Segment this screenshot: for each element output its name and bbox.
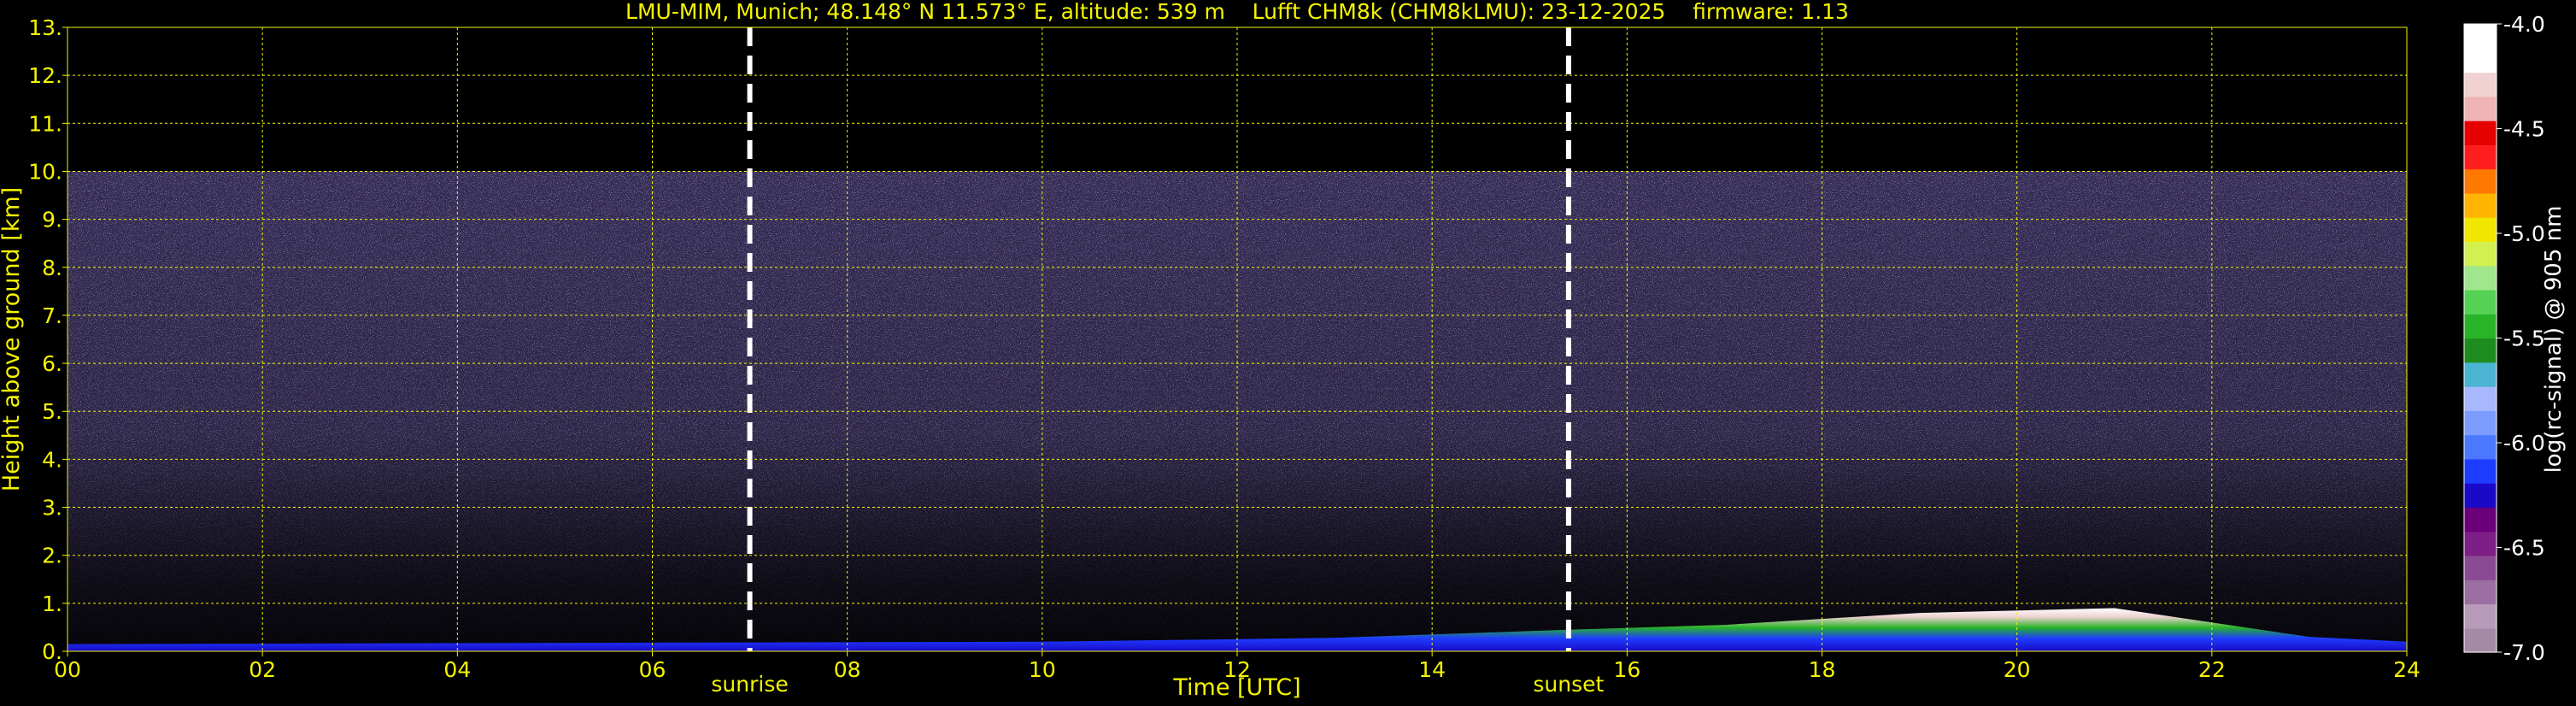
y-tick-label: 3. [42,496,62,521]
y-tick-label: 9. [42,208,62,232]
colorbar-ticks: -4.0 -4.5 -5.0 -5.5 -6.0 -6.5 -7.0 [2497,12,2545,665]
colorbar-tick-label: -4.0 [2503,12,2545,37]
colorbar-segment [2464,24,2497,49]
colorbar-segment [2464,386,2497,411]
y-tick-label: 1. [42,591,62,616]
colorbar-tick-label: -5.5 [2503,327,2545,351]
colorbar-segment [2464,531,2497,556]
x-tick-label: 20 [2004,657,2031,682]
colorbar-segment [2464,96,2497,121]
y-tick-label: 7. [42,303,62,328]
colorbar [2463,23,2497,653]
x-tick-label: 16 [1613,657,1640,682]
y-tick-label: 11. [28,111,62,136]
colorbar-segment [2464,192,2497,218]
x-tick-label: 04 [443,657,471,682]
colorbar-segment [2464,241,2497,267]
y-tick-label: 12. [28,63,62,88]
sunset-label: sunset [1533,672,1604,697]
colorbar-segment [2464,362,2497,387]
x-tick-label: 02 [249,657,276,682]
colorbar-segment [2464,483,2497,508]
colorbar-segment [2464,338,2497,363]
colorbar-segment [2464,458,2497,484]
y-tick-label: 10. [28,159,62,184]
x-tick-label: 14 [1418,657,1446,682]
colorbar-segment [2464,580,2497,605]
colorbar-segment [2464,603,2497,629]
colorbar-tick-label: -6.5 [2503,536,2545,561]
y-axis-label: Height above ground [km] [0,187,25,491]
y-tick-label: 6. [42,351,62,376]
y-tick-label: 2. [42,544,62,568]
y-tick-label: 0. [42,639,62,664]
x-tick-label: 08 [834,657,861,682]
colorbar-segment [2464,555,2497,580]
x-tick-label: 24 [2393,657,2421,682]
x-tick-label: 06 [639,657,666,682]
colorbar-segment [2464,434,2497,460]
colorbar-segment [2464,627,2497,653]
sunrise-label: sunrise [711,672,788,697]
ceilometer-chart: sunrise sunset 00 02 04 06 08 10 12 14 16 18 20 22 24… [0,0,2567,701]
x-axis-label: Time [UTC] [1172,674,1300,701]
colorbar-segment [2464,289,2497,315]
plot-area: sunrise sunset [67,26,2408,697]
colorbar-tick-label: -4.5 [2503,117,2545,142]
colorbar-segment [2464,168,2497,194]
x-tick-label: 18 [1809,657,1836,682]
colorbar-segment [2464,265,2497,291]
y-tick-label: 4. [42,447,62,472]
chart-title: LMU-MIM, Munich; 48.148° N 11.573° E, al… [625,0,1849,24]
colorbar-tick-label: -6.0 [2503,431,2545,456]
colorbar-segment [2464,410,2497,436]
colorbar-tick-label: -5.0 [2503,221,2545,246]
colorbar-segment [2464,121,2497,145]
y-tick-label: 8. [42,256,62,280]
colorbar-segment [2464,48,2497,74]
colorbar-segment [2464,217,2497,243]
y-axis-ticks: 0. 1. 2. 3. 4. 5. 6. 7. 8. 9. 10. 11. 12. 13. [28,15,67,664]
x-tick-label: 10 [1029,657,1056,682]
y-tick-label: 13. [28,15,62,40]
colorbar-segment [2464,507,2497,532]
colorbar-segment [2464,144,2497,170]
colorbar-label: log(rc-signal) @ 905 nm [2541,206,2567,474]
colorbar-segment [2464,72,2497,97]
x-tick-label: 22 [2198,657,2226,682]
colorbar-tick-label: -7.0 [2503,640,2545,665]
y-tick-label: 5. [42,399,62,424]
colorbar-segment [2464,314,2497,339]
